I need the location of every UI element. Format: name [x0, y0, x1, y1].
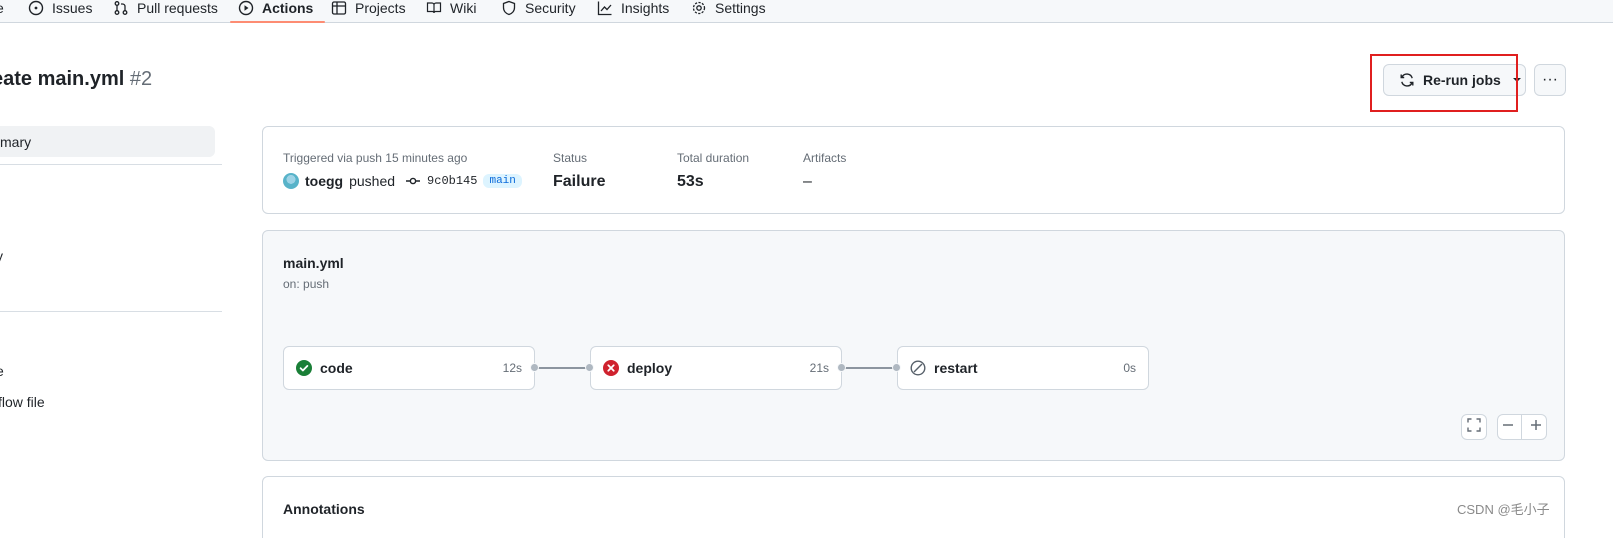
actions-run-page: e Issues Pull requests Actions Projects: [0, 0, 1613, 538]
workflow-graph-card: main.yml on: push code 12s deploy 21s re…: [262, 230, 1565, 461]
job-connector: [535, 367, 590, 369]
tab-issues[interactable]: Issues: [28, 0, 92, 23]
artifacts-label: Artifacts: [803, 151, 847, 165]
shield-icon: [501, 0, 517, 16]
connector-dot: [892, 363, 901, 372]
run-summary-card: Triggered via push 15 minutes ago toegg …: [262, 126, 1565, 214]
trigger-label: Triggered via push 15 minutes ago: [283, 151, 468, 165]
issue-icon: [28, 0, 44, 16]
job-name: code: [320, 360, 353, 376]
sidebar-item-usage[interactable]: e: [0, 363, 4, 379]
annotations-title: Annotations: [283, 501, 365, 517]
branch-badge[interactable]: main: [483, 174, 522, 188]
repo-nav: e Issues Pull requests Actions Projects: [0, 0, 1613, 23]
tab-settings[interactable]: Settings: [691, 0, 766, 23]
sidebar-item-workflow-file[interactable]: flow file: [0, 394, 45, 410]
x-circle-icon: [603, 360, 619, 376]
job-duration: 0s: [1123, 361, 1136, 375]
job-connector: [842, 367, 897, 369]
annotations-card: Annotations: [262, 476, 1565, 538]
git-commit-icon: [405, 173, 421, 189]
skip-icon: [910, 360, 926, 376]
commit-sha-link[interactable]: 9c0b145: [427, 174, 477, 188]
connector-dot: [837, 363, 846, 372]
artifacts-value: –: [803, 173, 812, 190]
workflow-trigger: on: push: [283, 277, 330, 291]
more-options-button[interactable]: ···: [1534, 64, 1566, 96]
run-number: #2: [129, 68, 153, 90]
nav-partial[interactable]: e: [0, 0, 4, 23]
run-title: eate main.yml: [0, 68, 125, 90]
status-label: Status: [553, 151, 588, 165]
connector-dot: [585, 363, 594, 372]
job-name: deploy: [627, 360, 673, 376]
tab-wiki[interactable]: Wiki: [426, 0, 476, 23]
sidebar-item-summary[interactable]: mary: [0, 126, 215, 157]
page-title: eate main.yml #2: [0, 68, 152, 91]
tab-insights[interactable]: Insights: [597, 0, 669, 23]
pull-request-icon: [113, 0, 129, 16]
gear-icon: [691, 0, 707, 16]
avatar[interactable]: [283, 173, 299, 189]
status-value: Failure: [553, 173, 606, 190]
sidebar-item-job-1[interactable]: y: [0, 248, 3, 264]
zoom-in-button[interactable]: [1529, 418, 1543, 437]
watermark: CSDN @毛小子: [1457, 502, 1550, 517]
job-name: restart: [934, 360, 978, 376]
sidebar-divider: [0, 164, 222, 165]
annotation-highlight-box: [1370, 54, 1518, 112]
sidebar-divider: [0, 311, 222, 312]
fullscreen-button[interactable]: [1461, 414, 1487, 440]
duration-label: Total duration: [677, 151, 750, 165]
push-info: toegg pushed 9c0b145 main: [283, 173, 522, 189]
tab-projects[interactable]: Projects: [331, 0, 406, 23]
check-circle-icon: [296, 360, 312, 376]
graph-icon: [597, 0, 613, 16]
zoom-out-button[interactable]: [1501, 418, 1515, 437]
workflow-name: main.yml: [283, 255, 344, 271]
job-deploy[interactable]: deploy 21s: [590, 346, 842, 390]
duration-value: 53s: [677, 173, 704, 190]
zoom-controls: [1497, 414, 1547, 440]
tab-actions[interactable]: Actions: [229, 0, 326, 23]
job-duration: 21s: [809, 361, 829, 375]
zoom-divider: [1521, 414, 1523, 440]
job-duration: 12s: [502, 361, 522, 375]
kebab-horizontal-icon: ···: [1542, 71, 1558, 88]
job-code[interactable]: code 12s: [283, 346, 535, 390]
job-restart[interactable]: restart 0s: [897, 346, 1149, 390]
pushed-text: pushed: [349, 173, 396, 189]
tab-pull-requests[interactable]: Pull requests: [113, 0, 218, 23]
book-icon: [426, 0, 442, 16]
table-icon: [331, 0, 347, 16]
play-icon: [238, 0, 254, 16]
tab-security[interactable]: Security: [501, 0, 576, 23]
screen-full-icon: [1466, 417, 1482, 438]
user-link[interactable]: toegg: [305, 173, 343, 189]
connector-dot: [530, 363, 539, 372]
